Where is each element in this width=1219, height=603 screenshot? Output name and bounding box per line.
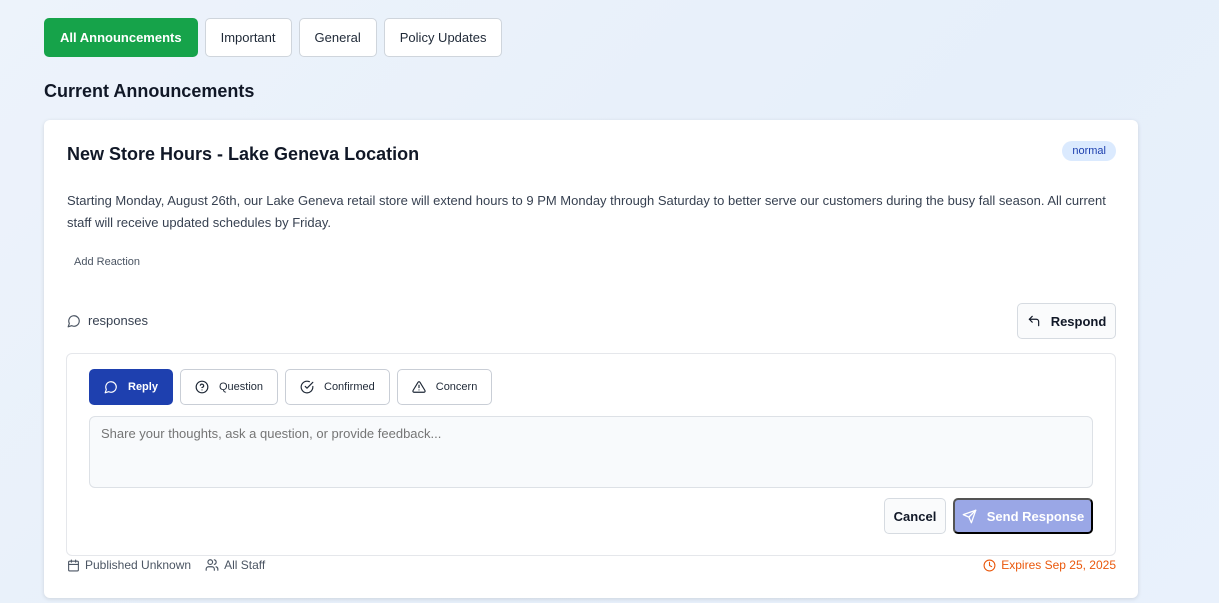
announcement-body: Starting Monday, August 26th, our Lake G… — [67, 193, 1106, 230]
users-icon — [205, 558, 219, 572]
clock-icon — [983, 559, 996, 572]
response-panel: Reply Question Confirmed Concern Share y… — [66, 353, 1116, 556]
announcement-title: New Store Hours - Lake Geneva Location — [67, 144, 420, 164]
confirmed-label: Confirmed — [324, 381, 375, 393]
check-circle-icon — [300, 380, 314, 394]
response-type-reply[interactable]: Reply — [89, 369, 173, 405]
published-text: Published Unknown — [85, 558, 192, 572]
send-icon — [962, 509, 977, 524]
help-circle-icon — [195, 380, 209, 394]
cancel-button[interactable]: Cancel — [884, 498, 946, 534]
response-type-selector: Reply Question Confirmed Concern — [89, 369, 493, 405]
response-type-question[interactable]: Question — [179, 369, 278, 405]
published-meta: Published Unknown — [67, 558, 191, 572]
filter-all-announcements[interactable]: All Announcements — [44, 18, 198, 57]
expires-meta: Expires Sep 25, 2025 — [983, 558, 1116, 572]
message-circle-icon — [104, 380, 118, 394]
filter-general[interactable]: General — [298, 18, 377, 57]
response-type-concern[interactable]: Concern — [396, 369, 493, 405]
reply-label: Reply — [128, 381, 158, 393]
send-response-label: Send Response — [986, 508, 1085, 524]
response-actions: Cancel Send Response — [884, 498, 1093, 534]
response-type-confirmed[interactable]: Confirmed — [285, 369, 390, 405]
responses-count[interactable]: responses — [67, 313, 148, 328]
announcement-card: New Store Hours - Lake Geneva Location n… — [44, 120, 1138, 598]
concern-label: Concern — [435, 381, 478, 393]
respond-label: Respond — [1050, 313, 1107, 329]
message-circle-icon — [67, 314, 81, 328]
respond-button[interactable]: Respond — [1017, 303, 1116, 339]
filter-important[interactable]: Important — [204, 18, 292, 57]
responses-label: responses — [88, 313, 148, 328]
question-label: Question — [218, 381, 263, 393]
announcement-filter-tabs: All Announcements Important General Poli… — [44, 18, 503, 57]
audience-text: All Staff — [224, 558, 266, 572]
announcement-footer: Published Unknown All Staff Expires Sep … — [67, 558, 1116, 578]
calendar-icon — [67, 559, 80, 572]
alert-triangle-icon — [412, 380, 426, 394]
send-response-button[interactable]: Send Response — [953, 498, 1093, 534]
response-textarea[interactable] — [89, 416, 1093, 488]
section-title: Current Announcements — [44, 81, 255, 101]
priority-badge: normal — [1062, 141, 1116, 161]
expires-text: Expires Sep 25, 2025 — [1001, 558, 1116, 572]
audience-meta: All Staff — [205, 558, 265, 572]
announcement-meta: Published Unknown All Staff — [67, 558, 265, 572]
add-reaction-button[interactable]: Add Reaction — [74, 256, 140, 268]
reply-arrow-icon — [1027, 314, 1041, 328]
filter-policy-updates[interactable]: Policy Updates — [383, 18, 503, 57]
